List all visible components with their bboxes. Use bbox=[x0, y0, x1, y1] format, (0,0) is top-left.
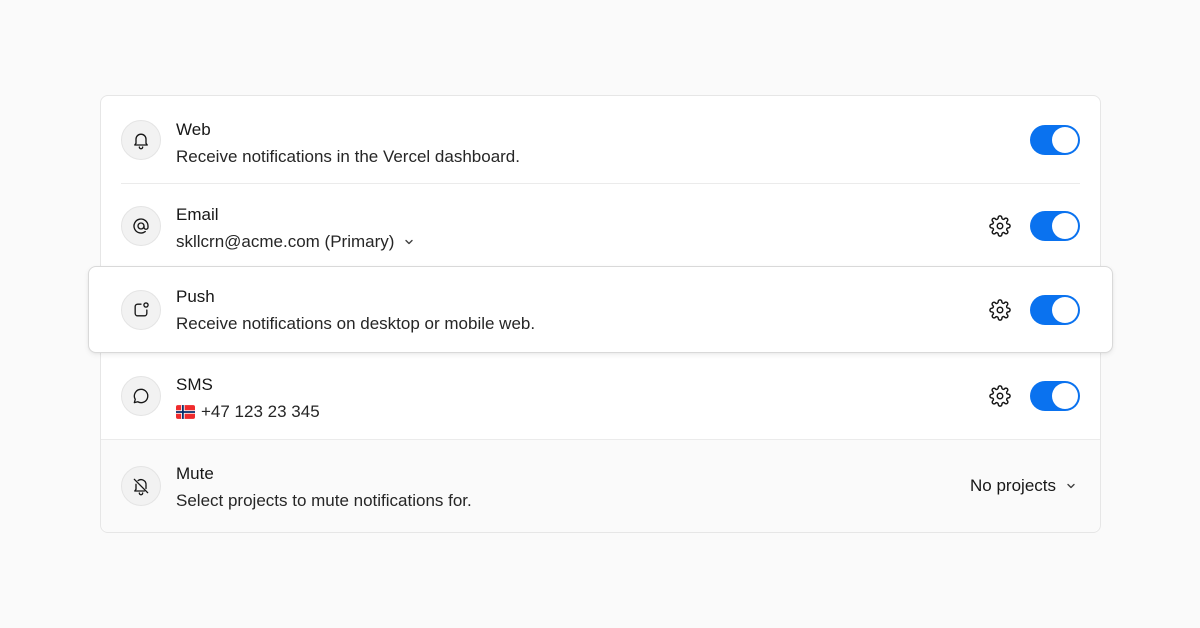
chevron-down-icon bbox=[403, 236, 415, 248]
email-address: skllcrn@acme.com (Primary) bbox=[176, 232, 395, 251]
web-title: Web bbox=[176, 120, 211, 139]
chevron-down-icon bbox=[1065, 480, 1077, 492]
sms-toggle[interactable] bbox=[1030, 381, 1080, 411]
push-description: Receive notifications on desktop or mobi… bbox=[176, 314, 536, 333]
push-gear-icon[interactable] bbox=[989, 298, 1011, 321]
web-row: Web Receive notifications in the Vercel … bbox=[101, 96, 1100, 183]
sms-gear-icon[interactable] bbox=[989, 385, 1011, 407]
sms-title: SMS bbox=[176, 375, 213, 394]
toggle-knob bbox=[1052, 126, 1078, 153]
push-row: Push Receive notifications on desktop or… bbox=[88, 266, 1113, 353]
email-toggle[interactable] bbox=[1030, 211, 1080, 241]
mute-title: Mute bbox=[176, 464, 214, 483]
email-gear-icon[interactable] bbox=[989, 215, 1011, 237]
mute-section: Mute Select projects to mute notificatio… bbox=[101, 439, 1100, 532]
mute-description: Select projects to mute notifications fo… bbox=[176, 491, 472, 510]
mute-selected: No projects bbox=[970, 476, 1056, 495]
at-sign-icon bbox=[121, 206, 161, 246]
toggle-knob bbox=[1052, 383, 1078, 409]
sms-phone: +47 123 23 345 bbox=[201, 402, 320, 421]
web-description: Receive notifications in the Vercel dash… bbox=[176, 147, 520, 166]
bell-off-icon bbox=[121, 466, 161, 506]
email-title: Email bbox=[176, 205, 219, 224]
bell-icon bbox=[121, 119, 161, 160]
sms-phone-row: +47 123 23 345 bbox=[176, 402, 320, 422]
push-notification-icon bbox=[121, 289, 161, 330]
email-address-select[interactable]: skllcrn@acme.com (Primary) bbox=[176, 232, 415, 252]
toggle-knob bbox=[1052, 213, 1078, 239]
push-title: Push bbox=[176, 287, 215, 306]
mute-row: Mute Select projects to mute notificatio… bbox=[101, 440, 1100, 532]
sms-row: SMS +47 123 23 345 bbox=[101, 353, 1100, 439]
web-toggle[interactable] bbox=[1030, 124, 1080, 155]
norway-flag-icon bbox=[176, 405, 195, 419]
message-bubble-icon bbox=[121, 376, 161, 416]
push-toggle[interactable] bbox=[1030, 294, 1080, 325]
toggle-knob bbox=[1052, 296, 1078, 323]
mute-projects-select[interactable]: No projects bbox=[970, 476, 1077, 496]
email-row: Email skllcrn@acme.com (Primary) bbox=[101, 184, 1100, 268]
push-row-content: Push Receive notifications on desktop or… bbox=[89, 267, 1112, 352]
